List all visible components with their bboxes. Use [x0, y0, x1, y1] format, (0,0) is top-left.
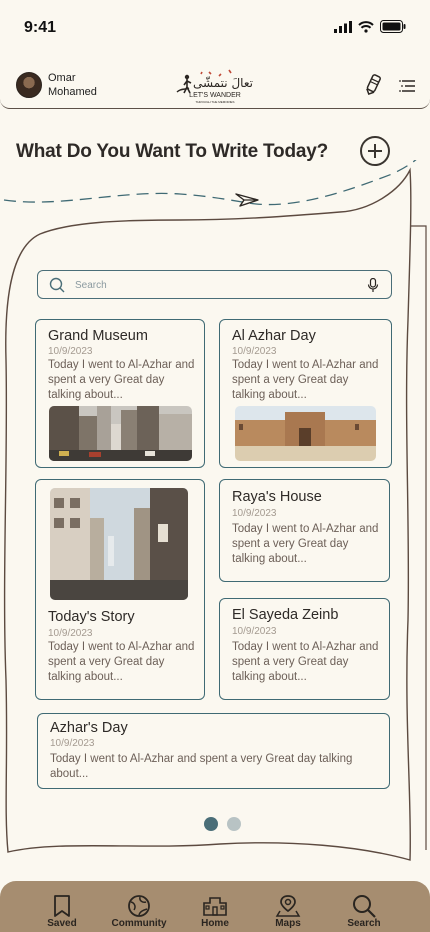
entry-card[interactable]: Azhar's Day 10/9/2023 Today I went to Al… [37, 713, 390, 789]
tab-label: Search [347, 918, 381, 929]
card-excerpt: Today I went to Al-Azhar and spent a ver… [50, 753, 353, 780]
bottom-tab-bar: Saved Community Home Maps Search [0, 881, 430, 932]
entry-card[interactable]: Al Azhar Day 10/9/2023 Today I went to A… [219, 319, 392, 468]
battery-icon [380, 20, 406, 33]
entry-card[interactable]: Today's Story 10/9/2023 Today I went to … [35, 479, 205, 700]
map-icon [275, 895, 301, 917]
card-image [49, 406, 192, 461]
signal-icon [334, 20, 352, 33]
entry-card[interactable]: El Sayeda Zeinb 10/9/2023 Today I went t… [219, 598, 390, 700]
tab-label: Maps [275, 918, 301, 929]
tab-maps[interactable]: Maps [253, 881, 323, 932]
card-excerpt: Today I went to Al-Azhar and spent a ver… [232, 359, 379, 401]
card-excerpt: Today I went to Al-Azhar and spent a ver… [48, 359, 195, 401]
card-title: Grand Museum [48, 328, 148, 344]
home-icon [203, 897, 227, 916]
wifi-icon [358, 20, 374, 33]
card-excerpt: Today I went to Al-Azhar and spent a ver… [232, 641, 379, 683]
svg-text:THROUGH THE MEMORIES: THROUGH THE MEMORIES [195, 100, 234, 104]
tab-label: Saved [47, 918, 77, 929]
card-title: Today's Story [48, 609, 135, 625]
entry-card[interactable]: Raya's House 10/9/2023 Today I went to A… [219, 479, 390, 582]
card-date: 10/9/2023 [48, 628, 93, 639]
bookmark-icon [54, 895, 70, 917]
tab-search[interactable]: Search [329, 881, 399, 932]
app-logo: تعالَ نتمشّى LET'S WANDER THROUGH THE ME… [176, 69, 253, 104]
search-bar[interactable]: Search [37, 270, 392, 299]
app-header: Omar Mohamed تعالَ نتمشّى LET'S WANDER T… [0, 62, 430, 109]
card-excerpt: Today I went to Al-Azhar and spent a ver… [48, 641, 195, 683]
status-bar: 9:41 [0, 0, 430, 56]
card-date: 10/9/2023 [232, 346, 277, 357]
card-date: 10/9/2023 [50, 738, 95, 749]
microphone-icon[interactable] [367, 278, 379, 293]
page-dot-active[interactable] [204, 817, 218, 831]
card-title: Azhar's Day [50, 720, 128, 736]
pagination-dots [204, 817, 241, 831]
tab-label: Community [111, 918, 167, 929]
user-name: Omar Mohamed [48, 72, 97, 98]
tab-label: Home [201, 918, 229, 929]
status-time: 9:41 [24, 19, 57, 36]
tab-saved[interactable]: Saved [27, 881, 97, 932]
card-date: 10/9/2023 [232, 508, 277, 519]
card-date: 10/9/2023 [232, 626, 277, 637]
tab-home[interactable]: Home [180, 881, 250, 932]
card-title: El Sayeda Zeinb [232, 607, 339, 623]
avatar[interactable] [16, 72, 42, 98]
card-image [50, 488, 188, 600]
svg-text:تعالَ نتمشّى: تعالَ نتمشّى [193, 76, 253, 90]
card-excerpt: Today I went to Al-Azhar and spent a ver… [232, 523, 379, 565]
search-icon [49, 277, 65, 293]
pencil-icon[interactable] [364, 74, 382, 96]
card-title: Al Azhar Day [232, 328, 316, 344]
page-dot[interactable] [227, 817, 241, 831]
card-image [235, 406, 376, 461]
search-icon [353, 895, 376, 918]
globe-icon [128, 895, 150, 917]
tab-community[interactable]: Community [104, 881, 174, 932]
card-date: 10/9/2023 [48, 346, 93, 357]
entry-card[interactable]: Grand Museum 10/9/2023 Today I went to A… [35, 319, 205, 468]
search-input[interactable]: Search [75, 280, 107, 291]
card-title: Raya's House [232, 489, 322, 505]
svg-text:LET'S WANDER: LET'S WANDER [189, 92, 241, 99]
menu-icon[interactable] [399, 79, 415, 93]
